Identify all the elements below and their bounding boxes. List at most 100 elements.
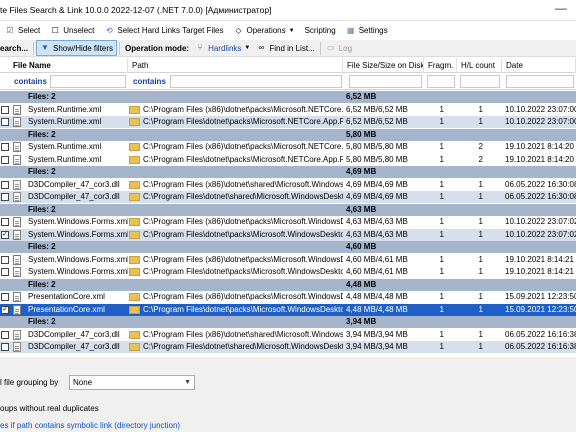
column-size-label: File Size/Size on Disk [347, 61, 424, 70]
row-checkbox[interactable] [1, 193, 9, 201]
row-checkbox[interactable] [1, 118, 9, 126]
fragm-count: 1 [439, 117, 444, 126]
column-header-hl-count[interactable]: H/L count [457, 58, 502, 73]
file-row[interactable]: System.Windows.Forms.xml C:\Program Files… [0, 266, 576, 278]
file-path: C:\Program Files (x86)\dotnet\shared\Mic… [143, 329, 343, 339]
folder-icon [129, 180, 140, 189]
column-header-file-name[interactable]: File Name [0, 58, 128, 73]
file-row[interactable]: D3DCompiler_47_cor3.dll C:\Program Files … [0, 328, 576, 341]
file-row[interactable]: D3DCompiler_47_cor3.dll C:\Program Files\… [0, 191, 576, 203]
menu-unselect[interactable]: ☐ Unselect [45, 21, 99, 40]
find-in-list-button[interactable]: ∞ Find in List... [253, 40, 317, 56]
groups-without-duplicates-option[interactable]: oups without real duplicates [0, 404, 99, 413]
minimize-button[interactable]: — [552, 2, 570, 17]
group-label: Files: 2 [28, 317, 56, 326]
column-fragm-label: Fragm. [428, 61, 454, 70]
menu-select-hard-links[interactable]: ⟲ Select Hard Links Target Files [99, 21, 228, 40]
file-row[interactable]: System.Runtime.xml C:\Program Files (x86)… [0, 103, 576, 116]
menu-settings[interactable]: ▦ Settings [341, 21, 393, 40]
menu-operations[interactable]: ◇ Operations ▼ [228, 21, 299, 40]
file-row[interactable]: System.Windows.Forms.xml C:\Program Files… [0, 253, 576, 266]
symbolic-link-option[interactable]: es if path contains symbolic link (direc… [0, 421, 180, 430]
path-filter-input[interactable] [170, 75, 342, 88]
group-label: Files: 2 [28, 242, 56, 251]
file-name-filter-input[interactable] [50, 75, 126, 88]
hl-count-filter-input[interactable] [460, 75, 500, 88]
file-row[interactable]: System.Runtime.xml C:\Program Files\dotne… [0, 116, 576, 128]
group-header-row[interactable]: Files: 2 6,52 MB [0, 91, 576, 103]
file-row[interactable]: System.Windows.Forms.xml C:\Program Files… [0, 216, 576, 228]
row-checkbox[interactable] [1, 180, 9, 189]
hl-count: 1 [478, 292, 483, 301]
file-row[interactable]: ✓ System.Windows.Forms.xml C:\Program File… [0, 228, 576, 241]
toolbar: earch... ▼ Show/Hide filters Operation m… [0, 40, 576, 57]
operation-mode-text: Operation mode: [125, 43, 190, 53]
row-checkbox[interactable] [1, 330, 9, 339]
fragm-count: 1 [439, 142, 444, 151]
file-path: C:\Program Files (x86)\dotnet\shared\Mic… [143, 179, 343, 189]
fragm-filter-input[interactable] [427, 75, 455, 88]
row-checkbox[interactable]: ✓ [1, 305, 9, 314]
operation-mode-dropdown[interactable]: ⑂ Hardlinks ▼ [192, 40, 253, 56]
file-date: 10.10.2022 23:07:02 [505, 229, 576, 239]
row-checkbox[interactable]: ✓ [1, 230, 9, 239]
menu-scripting[interactable]: Scripting [300, 21, 341, 40]
file-path: C:\Program Files (x86)\dotnet\packs\Micr… [143, 142, 343, 151]
file-row[interactable]: ✓ PresentationCore.xml C:\Program Files\do… [0, 303, 576, 316]
file-date: 06.05.2022 16:30:08 [505, 192, 576, 201]
row-checkbox[interactable] [1, 268, 9, 276]
row-checkbox[interactable] [1, 143, 9, 151]
file-path: C:\Program Files (x86)\dotnet\packs\Micr… [143, 217, 343, 226]
column-header-size[interactable]: File Size/Size on Disk [343, 58, 424, 73]
fragm-count: 1 [439, 342, 444, 351]
file-size: 4,48 MB/4,48 MB [346, 304, 408, 314]
file-size: 4,48 MB/4,48 MB [346, 292, 408, 301]
hl-count: 1 [478, 304, 483, 314]
hl-count: 1 [478, 329, 483, 339]
date-filter-input[interactable] [506, 75, 574, 88]
menu-settings-label: Settings [358, 26, 388, 35]
group-header-row[interactable]: Files: 2 4,63 MB [0, 203, 576, 216]
group-header-row[interactable]: Files: 2 4,48 MB [0, 278, 576, 291]
row-checkbox[interactable] [1, 293, 9, 301]
group-header-row[interactable]: Files: 2 5,80 MB [0, 128, 576, 141]
file-name-filter-operator[interactable]: contains [14, 77, 47, 86]
file-row[interactable]: PresentationCore.xml C:\Program Files (x8… [0, 291, 576, 303]
xml-file-icon [13, 117, 21, 127]
grouping-dropdown[interactable]: None ▼ [69, 375, 195, 390]
operations-icon: ◇ [235, 25, 242, 35]
file-date: 06.05.2022 16:16:38 [505, 329, 576, 339]
results-grid: File Name Path File Size/Size on Disk Fr… [0, 58, 576, 357]
group-header-row[interactable]: Files: 2 4,69 MB [0, 166, 576, 178]
file-size: 3,94 MB/3,94 MB [346, 342, 408, 351]
menu-select[interactable]: ☑ Select [0, 21, 45, 40]
file-row[interactable]: System.Runtime.xml C:\Program Files\dotne… [0, 153, 576, 166]
column-header-fragm[interactable]: Fragm. [424, 58, 457, 73]
group-header-row[interactable]: Files: 2 3,94 MB [0, 316, 576, 328]
folder-icon [129, 305, 140, 314]
file-row[interactable]: System.Runtime.xml C:\Program Files (x86)… [0, 141, 576, 153]
hard-link-icon: ⟲ [106, 25, 113, 35]
show-hide-filters-button[interactable]: ▼ Show/Hide filters [36, 40, 118, 56]
column-header-date[interactable]: Date [502, 58, 576, 73]
options-panel: l file grouping by None ▼ oups without r… [0, 357, 576, 432]
search-button[interactable]: earch... [0, 40, 31, 56]
column-file-name-label: File Name [13, 61, 51, 70]
log-button[interactable]: ▭ Log [323, 40, 355, 56]
row-checkbox[interactable] [1, 155, 9, 164]
log-label: Log [338, 43, 353, 53]
file-row[interactable]: D3DCompiler_47_cor3.dll C:\Program Files\… [0, 341, 576, 353]
row-checkbox[interactable] [1, 255, 9, 264]
row-checkbox[interactable] [1, 343, 9, 351]
row-checkbox[interactable] [1, 218, 9, 226]
size-filter-input[interactable] [349, 75, 422, 88]
file-name: System.Windows.Forms.xml [28, 267, 128, 276]
folder-icon [129, 230, 140, 239]
column-header-path[interactable]: Path [128, 58, 343, 73]
file-row[interactable]: D3DCompiler_47_cor3.dll C:\Program Files … [0, 178, 576, 191]
path-filter-operator[interactable]: contains [133, 77, 166, 86]
row-checkbox[interactable] [1, 105, 9, 114]
group-header-row[interactable]: Files: 2 4,60 MB [0, 241, 576, 253]
file-name: D3DCompiler_47_cor3.dll [28, 329, 120, 339]
menu-select-label: Select [18, 26, 41, 35]
